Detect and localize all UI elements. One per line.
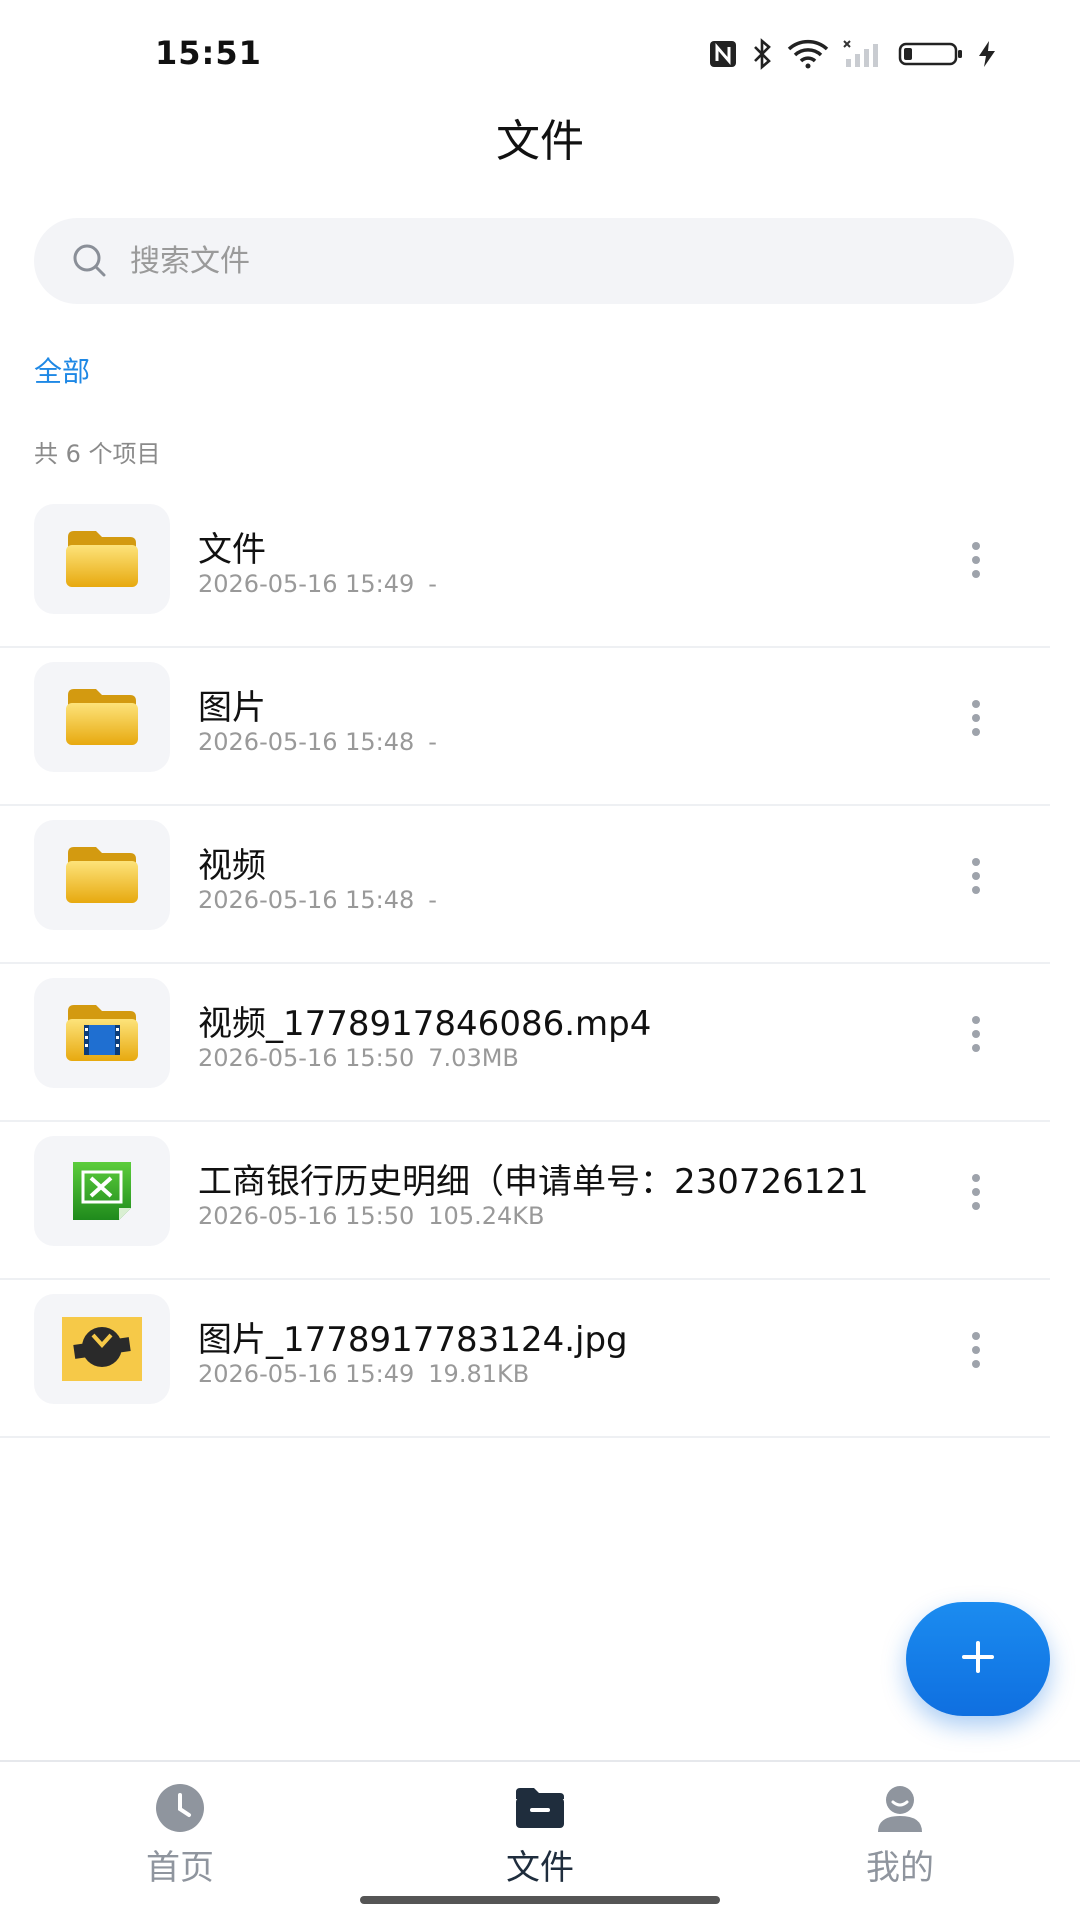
- file-size: -: [428, 886, 437, 914]
- folder-icon: [34, 504, 170, 614]
- file-size: 7.03MB: [428, 1044, 519, 1072]
- image-thumbnail: [34, 1294, 170, 1404]
- file-date: 2026-05-16 15:50: [198, 1044, 415, 1072]
- add-button[interactable]: [906, 1602, 1050, 1716]
- file-size: 19.81KB: [428, 1360, 530, 1388]
- list-item[interactable]: 视频_1778917846086.mp4 2026-05-16 15:50 7.0…: [0, 964, 1050, 1122]
- file-meta: 2026-05-16 15:48-: [198, 886, 451, 914]
- more-options-icon[interactable]: [960, 1006, 992, 1062]
- nfc-icon: [708, 39, 738, 69]
- charging-icon: [976, 39, 998, 69]
- page-title: 文件: [496, 116, 584, 167]
- file-date: 2026-05-16 15:49: [198, 1360, 415, 1388]
- battery-icon: [898, 39, 964, 69]
- more-options-icon[interactable]: [960, 1164, 992, 1220]
- folder-icon: [34, 662, 170, 772]
- file-meta: 2026-05-16 15:49-: [198, 570, 451, 598]
- folder-tab-icon: [440, 1780, 640, 1836]
- file-size: -: [428, 728, 437, 756]
- file-meta: 2026-05-16 15:49 19.81KB: [198, 1360, 543, 1388]
- file-name: 视频_1778917846086.mp4: [198, 1004, 652, 1044]
- filter-all-tab[interactable]: 全部: [34, 350, 90, 390]
- list-item[interactable]: 文件 2026-05-16 15:49-: [0, 490, 1050, 648]
- list-item[interactable]: 工商银行历史明细（申请单号：230726121 2026-05-16 15:50…: [0, 1122, 1050, 1280]
- wifi-icon: [786, 39, 830, 69]
- status-time: 15:51: [155, 34, 262, 72]
- file-date: 2026-05-16 15:48: [198, 728, 415, 756]
- plus-icon: [958, 1637, 998, 1681]
- file-size: 105.24KB: [428, 1202, 545, 1230]
- list-item[interactable]: 图片 2026-05-16 15:48-: [0, 648, 1050, 806]
- bluetooth-icon: [750, 38, 774, 70]
- file-meta: 2026-05-16 15:48-: [198, 728, 451, 756]
- person-icon: [800, 1780, 1000, 1836]
- more-options-icon[interactable]: [960, 690, 992, 746]
- file-meta: 2026-05-16 15:50 105.24KB: [198, 1202, 558, 1230]
- file-date: 2026-05-16 15:48: [198, 886, 415, 914]
- list-item[interactable]: 视频 2026-05-16 15:48-: [0, 806, 1050, 964]
- file-name: 文件: [198, 530, 266, 570]
- file-meta: 2026-05-16 15:50 7.03MB: [198, 1044, 533, 1072]
- nav-home[interactable]: 首页: [80, 1780, 280, 1889]
- file-name: 视频: [198, 846, 266, 886]
- nav-me[interactable]: 我的: [800, 1780, 1000, 1889]
- nav-home-label: 首页: [146, 1848, 214, 1888]
- search-input[interactable]: [128, 242, 952, 280]
- nav-files[interactable]: 文件: [440, 1780, 640, 1889]
- file-name: 图片_1778917783124.jpg: [198, 1320, 628, 1360]
- folder-icon: [34, 820, 170, 930]
- more-options-icon[interactable]: [960, 848, 992, 904]
- list-item[interactable]: 图片_1778917783124.jpg 2026-05-16 15:49 19.…: [0, 1280, 1050, 1438]
- file-date: 2026-05-16 15:49: [198, 570, 415, 598]
- item-count: 共 6 个项目: [34, 440, 161, 468]
- search-bar[interactable]: [34, 218, 1014, 304]
- status-icons: [708, 38, 998, 70]
- search-icon: [70, 241, 110, 281]
- excel-file-icon: [34, 1136, 170, 1246]
- more-options-icon[interactable]: [960, 532, 992, 588]
- nav-files-label: 文件: [506, 1848, 574, 1888]
- file-name: 工商银行历史明细（申请单号：230726121: [198, 1162, 869, 1202]
- signal-icon: [842, 39, 886, 69]
- video-file-icon: [34, 978, 170, 1088]
- home-indicator: [360, 1896, 720, 1904]
- nav-me-label: 我的: [866, 1848, 934, 1888]
- file-date: 2026-05-16 15:50: [198, 1202, 415, 1230]
- file-size: -: [428, 570, 437, 598]
- more-options-icon[interactable]: [960, 1322, 992, 1378]
- file-list: 文件 2026-05-16 15:49- 图片 2026-05-16 15:48…: [0, 490, 1050, 1438]
- file-name: 图片: [198, 688, 266, 728]
- status-bar: 15:51: [0, 0, 1080, 110]
- clock-icon: [80, 1780, 280, 1836]
